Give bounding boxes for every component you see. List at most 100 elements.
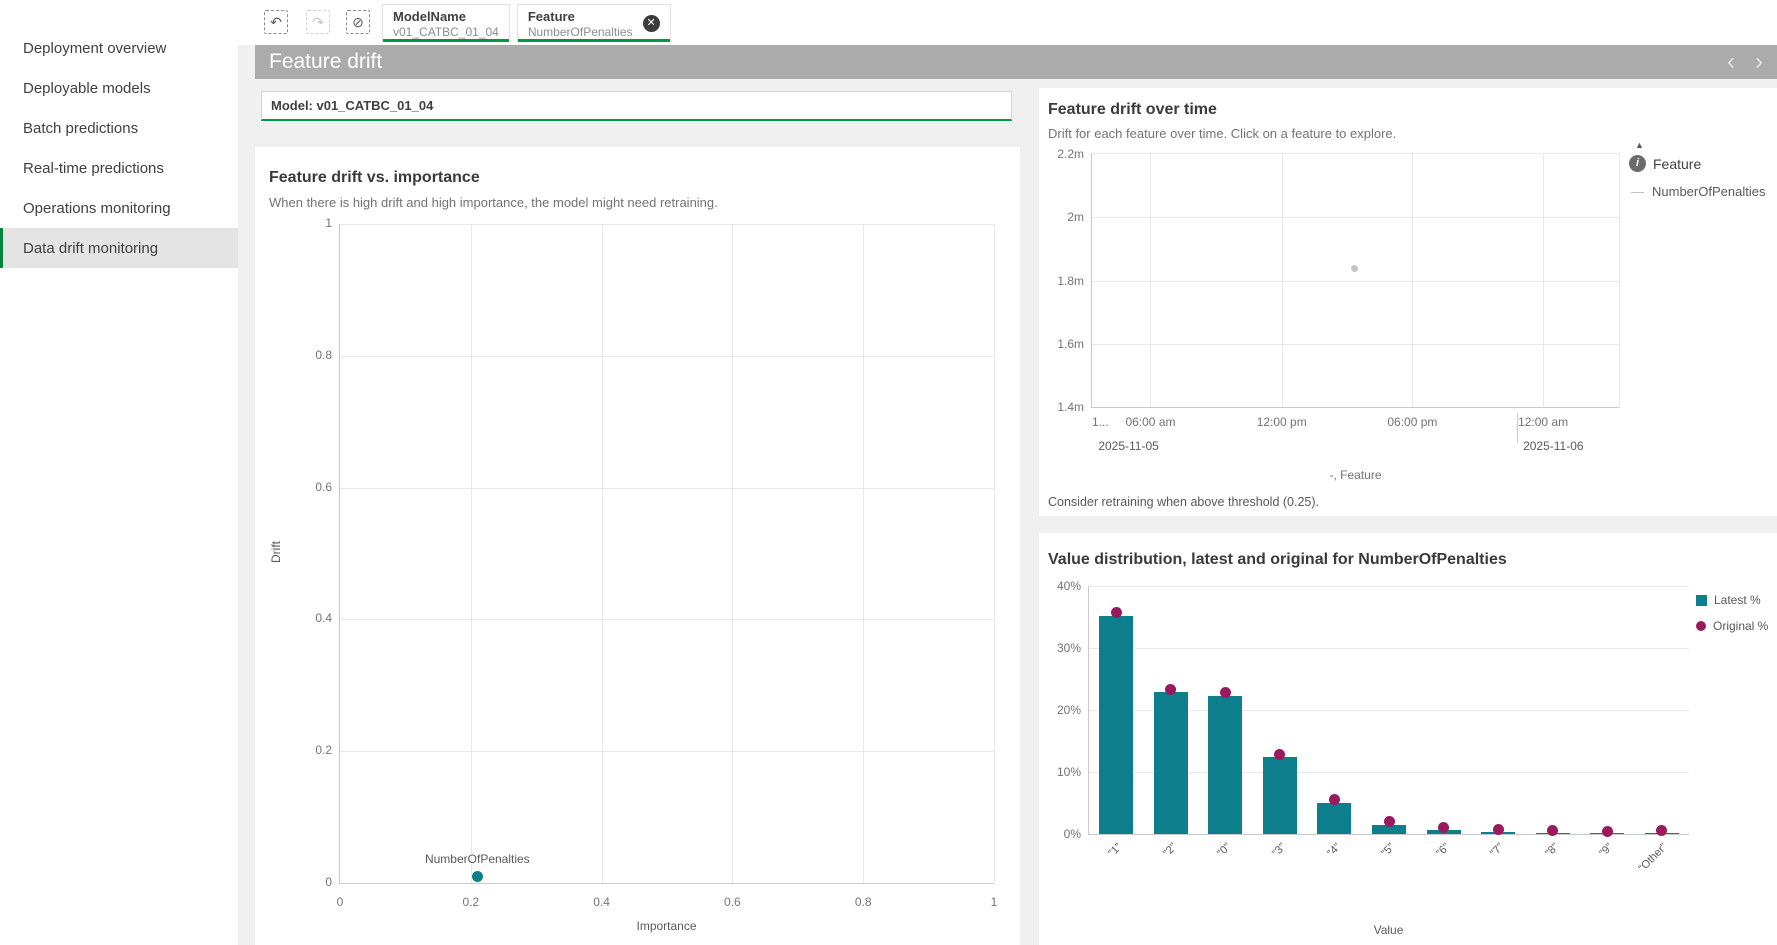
chip-field-label: Feature — [528, 8, 633, 25]
y-tick-label: 40% — [1041, 579, 1081, 593]
date-separator — [1517, 413, 1518, 443]
selections-back-button[interactable]: ↶ — [264, 10, 288, 34]
bar-panel-title: Value distribution, latest and original … — [1048, 551, 1507, 569]
y-tick-label: 0.4 — [292, 611, 332, 625]
gridline — [732, 224, 733, 883]
drift-over-time-chart[interactable]: 2.2m2m1.8m1.6m1.4m1...06:00 am12:00 pm06… — [1091, 153, 1620, 408]
next-sheet-icon[interactable]: › — [1755, 50, 1763, 74]
model-filter[interactable]: Model: v01_CATBC_01_04 — [261, 91, 1012, 121]
scatter-panel-title: Feature drift vs. importance — [269, 169, 480, 187]
sheet-header: Feature drift ‹ › — [255, 45, 1777, 79]
bar-latest[interactable] — [1154, 692, 1188, 834]
clear-selections-button[interactable]: ⊘ — [346, 10, 370, 34]
line-panel-title: Feature drift over time — [1048, 101, 1217, 119]
scatter-panel: Feature drift vs. importance When there … — [255, 147, 1020, 945]
scatter-point[interactable] — [472, 871, 483, 882]
sidebar-item-label: Deployment overview — [23, 40, 166, 57]
dot-original[interactable] — [1493, 824, 1504, 835]
selection-chips: ModelName v01_CATBC_01_04 Feature Number… — [382, 4, 671, 42]
info-icon[interactable]: i — [1629, 155, 1646, 172]
selection-chip-modelname[interactable]: ModelName v01_CATBC_01_04 — [382, 4, 510, 42]
original-swatch-icon — [1696, 621, 1706, 631]
sidebar-item-operations-monitoring[interactable]: Operations monitoring — [0, 188, 238, 228]
line-legend-item-label: NumberOfPenalties — [1652, 184, 1765, 199]
sidebar-item-real-time-predictions[interactable]: Real-time predictions — [0, 148, 238, 188]
gridline — [1412, 154, 1413, 407]
gridline — [1282, 154, 1283, 407]
bar-x-axis-title: Value — [1088, 923, 1689, 937]
category-label: "8" — [1543, 841, 1561, 859]
dot-original[interactable] — [1220, 687, 1231, 698]
dot-original[interactable] — [1656, 825, 1667, 836]
legend-scroll-up-icon[interactable]: ▲ — [1635, 140, 1644, 150]
category-label: "0" — [1216, 841, 1234, 859]
x-tick-label: 0.8 — [843, 895, 883, 909]
series-line-swatch: — — [1631, 184, 1644, 199]
line-legend-header: i Feature — [1629, 155, 1701, 172]
x-tick-label: 0.2 — [451, 895, 491, 909]
legend-label: Original % — [1713, 619, 1768, 633]
dot-original[interactable] — [1111, 607, 1122, 618]
chip-value-label: NumberOfPenalties — [528, 25, 633, 39]
gridline — [1092, 217, 1619, 218]
sidebar-item-deployment-overview[interactable]: Deployment overview — [0, 28, 238, 68]
previous-sheet-icon[interactable]: ‹ — [1727, 50, 1735, 74]
dot-original[interactable] — [1602, 826, 1613, 837]
line-panel-subtitle: Drift for each feature over time. Click … — [1048, 126, 1396, 141]
scatter-y-axis-title: Drift — [269, 541, 283, 563]
x-tick-label: 12:00 pm — [1247, 415, 1317, 429]
remove-selection-icon[interactable]: ✕ — [643, 15, 660, 32]
date-label: 2025-11-06 — [1523, 439, 1584, 453]
sidebar-item-label: Batch predictions — [23, 120, 138, 137]
legend-item-original[interactable]: Original % — [1696, 613, 1768, 639]
sidebar-item-data-drift-monitoring[interactable]: Data drift monitoring — [0, 228, 238, 268]
sheet-title: Feature drift — [269, 50, 382, 74]
x-tick-label: 06:00 am — [1115, 415, 1185, 429]
gridline — [1089, 586, 1689, 587]
bar-latest[interactable] — [1208, 696, 1242, 834]
sidebar-item-label: Deployable models — [23, 80, 151, 97]
y-tick-label: 0% — [1041, 827, 1081, 841]
bar-legend: Latest % Original % — [1696, 587, 1768, 639]
selections-forward-button[interactable]: ↷ — [306, 10, 330, 34]
gridline — [1150, 154, 1151, 407]
line-legend-item[interactable]: — NumberOfPenalties — [1631, 184, 1777, 199]
gridline — [863, 224, 864, 883]
gridline — [471, 224, 472, 883]
scatter-chart[interactable]: 00.20.40.60.8100.20.40.60.81NumberOfPena… — [339, 224, 994, 884]
y-tick-label: 0.6 — [292, 480, 332, 494]
sheet-content: Model: v01_CATBC_01_04 Feature drift vs.… — [255, 79, 1777, 945]
category-label: "1" — [1106, 841, 1124, 859]
value-distribution-chart[interactable]: 0%10%20%30%40%"1""2""0""3""4""5""6""7""8… — [1088, 586, 1689, 835]
dot-original[interactable] — [1384, 816, 1395, 827]
dot-original[interactable] — [1547, 825, 1558, 836]
gridline — [1092, 344, 1619, 345]
value-distribution-panel: Value distribution, latest and original … — [1039, 533, 1777, 945]
bar-latest[interactable] — [1317, 803, 1351, 834]
y-tick-label: 2m — [1044, 210, 1084, 224]
y-tick-label: 1.8m — [1044, 274, 1084, 288]
gridline — [340, 619, 994, 620]
scatter-point-label: NumberOfPenalties — [387, 852, 567, 866]
legend-item-latest[interactable]: Latest % — [1696, 587, 1768, 613]
y-tick-label: 10% — [1041, 765, 1081, 779]
category-label: "4" — [1325, 841, 1343, 859]
y-tick-label: 2.2m — [1044, 147, 1084, 161]
scatter-x-axis-title: Importance — [339, 919, 994, 933]
x-tick-label: 06:00 pm — [1377, 415, 1447, 429]
series-point[interactable] — [1351, 265, 1358, 272]
dot-original[interactable] — [1274, 749, 1285, 760]
dot-original[interactable] — [1438, 822, 1449, 833]
sidebar-item-deployable-models[interactable]: Deployable models — [0, 68, 238, 108]
gridline — [1089, 648, 1689, 649]
gridline — [1543, 154, 1544, 407]
bar-latest[interactable] — [1263, 757, 1297, 834]
drift-over-time-panel: Feature drift over time Drift for each f… — [1039, 88, 1777, 516]
gridline — [340, 488, 994, 489]
selection-chip-feature[interactable]: Feature NumberOfPenalties ✕ — [517, 4, 671, 42]
chip-value-label: v01_CATBC_01_04 — [393, 25, 499, 39]
sidebar-item-batch-predictions[interactable]: Batch predictions — [0, 108, 238, 148]
chip-field-label: ModelName — [393, 8, 499, 25]
gridline — [1092, 281, 1619, 282]
bar-latest[interactable] — [1099, 616, 1133, 834]
